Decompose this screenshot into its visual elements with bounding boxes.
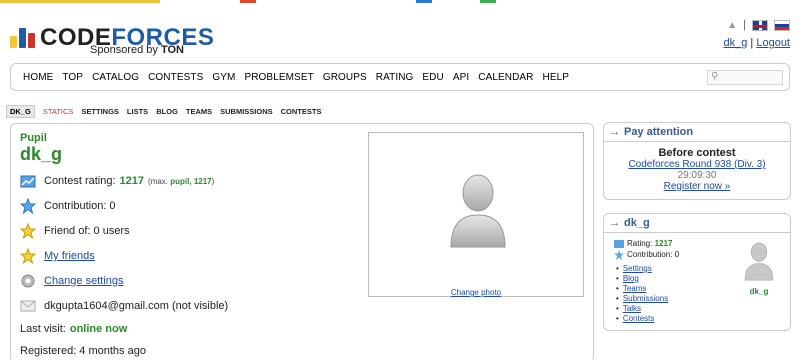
menu-api[interactable]: API bbox=[453, 72, 469, 83]
star-yellow-icon bbox=[19, 247, 37, 265]
friend-of-row: Friend of: 0 users bbox=[19, 222, 130, 240]
sponsor-line: Sponsored by TON bbox=[90, 44, 184, 56]
sidebox-submissions-link[interactable]: Submissions bbox=[623, 294, 668, 303]
rating-chart-icon bbox=[20, 173, 36, 189]
menu-groups[interactable]: GROUPS bbox=[323, 72, 367, 83]
email-row: dkgupta1604@gmail.com (not visible) bbox=[20, 298, 228, 314]
menu-top[interactable]: TOP bbox=[62, 72, 83, 83]
subnav-blog[interactable]: BLOG bbox=[156, 107, 178, 116]
menu-gym[interactable]: GYM bbox=[212, 72, 235, 83]
header-profile-link[interactable]: dk_g bbox=[724, 37, 748, 49]
search-input[interactable]: ⚲ bbox=[707, 70, 783, 85]
my-friends-row: My friends bbox=[19, 247, 95, 265]
sidebox-settings-link[interactable]: Settings bbox=[623, 264, 652, 273]
sidebox-rating: Rating: 1217 bbox=[614, 238, 679, 249]
change-photo-link[interactable]: Change photo bbox=[451, 288, 501, 297]
user-sidebox: →dk_g Rating: 1217 Contribution: 0 Setti… bbox=[603, 213, 791, 331]
menu-rating[interactable]: RATING bbox=[376, 72, 414, 83]
menu-catalog[interactable]: CATALOG bbox=[92, 72, 139, 83]
subnav-settings[interactable]: SETTINGS bbox=[81, 107, 119, 116]
star-blue-icon bbox=[614, 249, 624, 260]
logout-link[interactable]: Logout bbox=[756, 37, 790, 49]
search-icon: ⚲ bbox=[711, 71, 719, 82]
menu-edu[interactable]: EDU bbox=[422, 72, 443, 83]
star-blue-icon bbox=[19, 197, 37, 215]
countdown-timer: 29:09:30 bbox=[677, 170, 717, 181]
russian-flag-icon[interactable] bbox=[774, 19, 790, 31]
menu-help[interactable]: HELP bbox=[543, 72, 570, 83]
gear-icon bbox=[20, 273, 36, 289]
change-settings-link[interactable]: Change settings bbox=[44, 275, 124, 287]
sidebox-handle[interactable]: dk_g bbox=[744, 287, 774, 296]
main-menu: HOME TOP CATALOG CONTESTS GYM PROBLEMSET… bbox=[10, 63, 790, 91]
logo-bars-icon bbox=[10, 26, 36, 48]
subnav-handle[interactable]: DK_G bbox=[6, 105, 35, 118]
subnav-contests[interactable]: CONTESTS bbox=[281, 107, 322, 116]
bell-icon[interactable]: ▲ bbox=[727, 20, 737, 31]
subnav-lists[interactable]: LISTS bbox=[127, 107, 148, 116]
sidebox-contests-link[interactable]: Contests bbox=[623, 314, 655, 323]
contest-link[interactable]: Codeforces Round 938 (Div. 3) bbox=[604, 159, 790, 170]
change-settings-row: Change settings bbox=[20, 273, 124, 289]
menu-problemset[interactable]: PROBLEMSET bbox=[244, 72, 313, 83]
contest-rating-row: Contest rating: 1217 (max. pupil, 1217) bbox=[20, 173, 214, 189]
profile-box: Pupil dk_g Contest rating: 1217 (max. pu… bbox=[10, 123, 594, 360]
user-sidebox-caption: → dk_g bbox=[604, 214, 790, 233]
online-status: online now bbox=[69, 323, 128, 335]
subnav-statics[interactable]: STATICS bbox=[43, 107, 74, 116]
subnav-submissions[interactable]: SUBMISSIONS bbox=[220, 107, 273, 116]
avatar-placeholder-icon bbox=[450, 174, 506, 248]
menu-calendar[interactable]: CALENDAR bbox=[478, 72, 533, 83]
sidebox-talks-link[interactable]: Talks bbox=[623, 304, 641, 313]
sidebox-blog-link[interactable]: Blog bbox=[623, 274, 639, 283]
star-yellow-icon bbox=[19, 222, 37, 240]
sidebox-teams-link[interactable]: Teams bbox=[623, 284, 647, 293]
subnav-teams[interactable]: TEAMS bbox=[186, 107, 212, 116]
last-visit-row: Last visit: online now bbox=[20, 323, 128, 335]
my-friends-link[interactable]: My friends bbox=[44, 250, 95, 262]
pay-attention-box: → Pay attention Before contest Codeforces… bbox=[603, 122, 791, 200]
top-color-strip bbox=[0, 0, 800, 3]
profile-photo: Change photo bbox=[368, 132, 584, 297]
sidebox-contribution: Contribution: 0 bbox=[614, 249, 679, 260]
user-rank: Pupil bbox=[20, 132, 47, 144]
pay-attention-caption: → Pay attention bbox=[604, 123, 790, 142]
english-flag-icon[interactable] bbox=[752, 19, 768, 31]
menu-contests[interactable]: CONTESTS bbox=[148, 72, 203, 83]
rating-chart-icon bbox=[614, 239, 624, 249]
menu-home[interactable]: HOME bbox=[23, 72, 53, 83]
header-user-area: ▲ | dk_g | Logout bbox=[723, 19, 790, 49]
registered-row: Registered: 4 months ago bbox=[20, 345, 146, 357]
avatar-placeholder-icon bbox=[744, 242, 774, 281]
register-link[interactable]: Register now » bbox=[604, 181, 790, 192]
contribution-row: Contribution: 0 bbox=[19, 197, 116, 215]
before-contest-label: Before contest bbox=[658, 147, 736, 159]
user-handle: dk_g bbox=[20, 144, 63, 164]
profile-subnav: DK_G STATICS SETTINGS LISTS BLOG TEAMS S… bbox=[6, 105, 329, 118]
envelope-icon bbox=[20, 298, 36, 314]
